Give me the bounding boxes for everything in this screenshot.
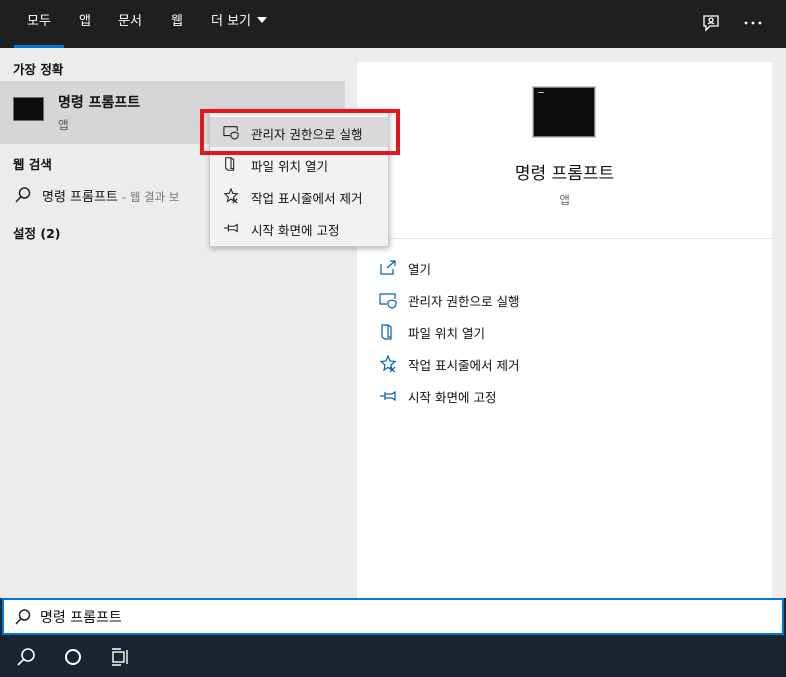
highlight-box (200, 109, 400, 155)
detail-subtitle: 앱 (559, 193, 570, 207)
pin-icon (379, 387, 397, 405)
detail-card: 명령 프롬프트 앱 열기 관리자 권한으로 실행 파일 위치 열기 작업 표시줄… (357, 62, 772, 598)
file-location-icon (379, 323, 397, 341)
unpin-taskbar-icon (379, 354, 397, 373)
tab-web[interactable]: 웹 (162, 0, 192, 48)
tab-all[interactable]: 모두 (14, 0, 64, 48)
web-result-text: 명령 프롬프트 (42, 190, 118, 205)
divider (357, 238, 772, 239)
best-match-heading: 가장 정확 (13, 62, 64, 77)
more-icon[interactable] (742, 12, 764, 34)
action-unpin-taskbar[interactable]: 작업 표시줄에서 제거 (379, 353, 739, 375)
task-view-icon[interactable] (110, 646, 132, 668)
command-prompt-large-icon (533, 87, 595, 137)
detail-panel: 명령 프롬프트 앱 열기 관리자 권한으로 실행 파일 위치 열기 작업 표시줄… (345, 48, 786, 598)
action-open-file-location[interactable]: 파일 위치 열기 (379, 321, 739, 343)
web-search-heading: 웹 검색 (13, 157, 52, 172)
best-match-name: 명령 프롬프트 (58, 95, 141, 111)
search-icon[interactable] (15, 646, 37, 668)
settings-heading[interactable]: 설정 (2) (13, 223, 60, 242)
context-pin-to-start[interactable]: 시작 화면에 고정 (210, 213, 388, 243)
command-prompt-icon (13, 97, 44, 121)
search-tab-bar: 모두 앱 문서 웹 더 보기 (0, 0, 786, 48)
search-icon (14, 608, 32, 630)
taskbar (0, 637, 786, 677)
pin-icon (223, 220, 239, 236)
context-unpin-taskbar[interactable]: 작업 표시줄에서 제거 (210, 181, 388, 211)
action-open[interactable]: 열기 (379, 257, 739, 279)
file-location-icon (223, 156, 239, 172)
search-box[interactable] (2, 598, 784, 635)
action-run-as-admin[interactable]: 관리자 권한으로 실행 (379, 289, 739, 311)
shield-icon (379, 291, 397, 309)
search-icon (14, 186, 32, 208)
open-icon (379, 259, 397, 277)
search-input[interactable] (40, 604, 740, 629)
unpin-taskbar-icon (223, 187, 239, 204)
best-match-type: 앱 (58, 118, 69, 132)
tab-documents[interactable]: 문서 (110, 0, 150, 48)
action-pin-to-start[interactable]: 시작 화면에 고정 (379, 385, 739, 407)
cortana-icon[interactable] (62, 646, 84, 668)
detail-title: 명령 프롬프트 (514, 164, 615, 184)
tab-apps[interactable]: 앱 (70, 0, 100, 48)
feedback-icon[interactable] (700, 12, 722, 34)
tab-more[interactable]: 더 보기 (204, 0, 274, 48)
web-result-hint: - 웹 결과 보 (121, 190, 180, 204)
chevron-down-icon (257, 17, 267, 23)
